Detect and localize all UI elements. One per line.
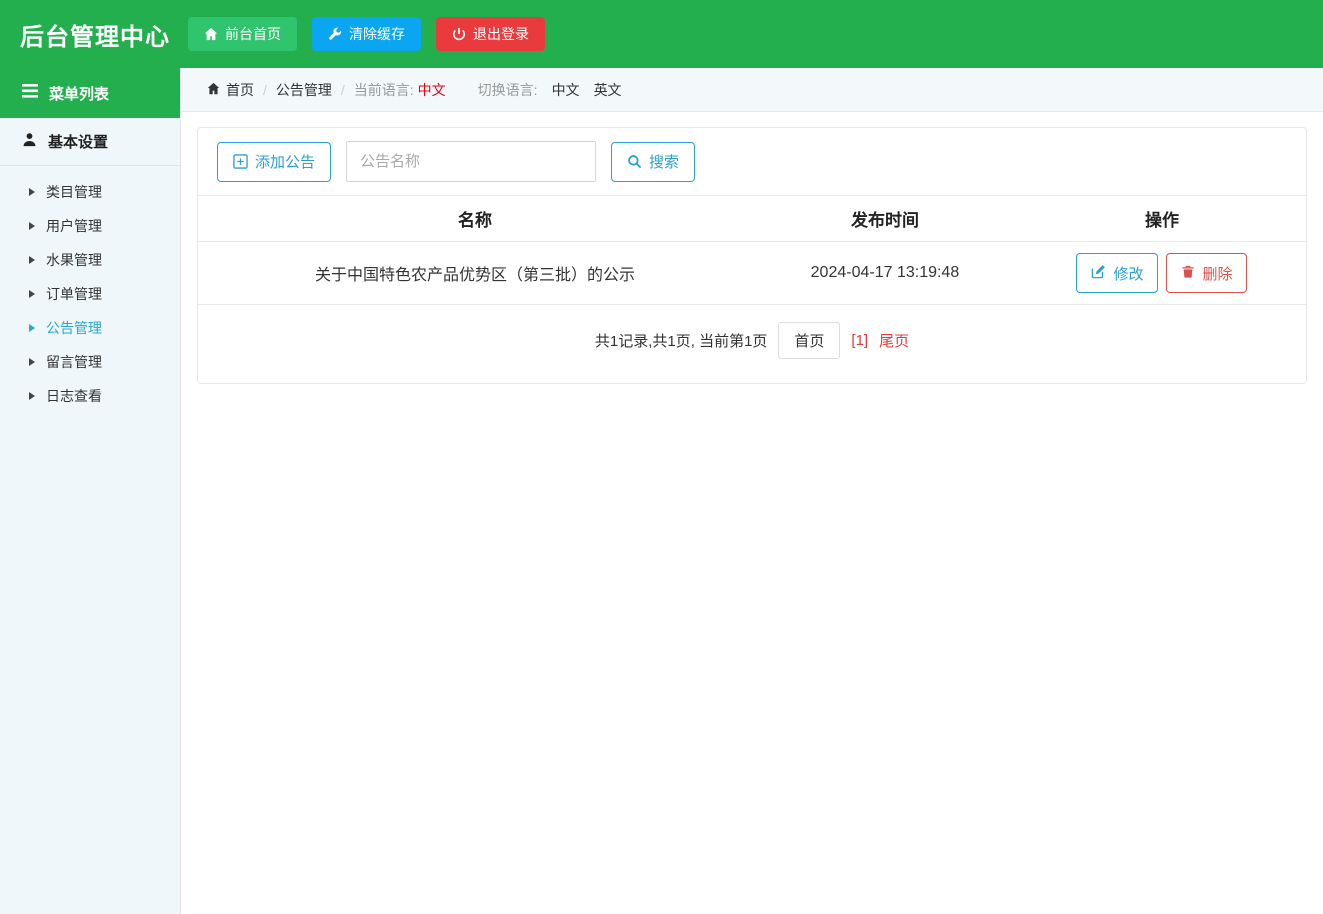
table-row: 关于中国特色农产品优势区（第三批）的公示 2024-04-17 13:19:48… [198, 241, 1306, 305]
trash-icon [1181, 264, 1195, 283]
breadcrumb-separator: / [263, 81, 267, 98]
power-icon [452, 27, 466, 41]
announcement-name-input[interactable] [346, 141, 597, 182]
pagination-summary: 共1记录,共1页, 当前第1页 [594, 333, 768, 350]
sidebar-item-label: 公告管理 [46, 320, 102, 336]
column-header-publish-time: 发布时间 [752, 195, 1018, 242]
current-language-value: 中文 [417, 81, 446, 98]
edit-button[interactable]: 修改 [1076, 253, 1159, 293]
switch-language-label: 切换语言: [477, 81, 538, 98]
column-header-actions: 操作 [1017, 195, 1306, 242]
language-switcher: 切换语言: 中文 英文 [478, 80, 622, 100]
actions-cell: 修改 删除 [1017, 241, 1306, 305]
sidebar-item-announcements[interactable]: 公告管理 [0, 311, 180, 345]
home-icon [207, 82, 220, 98]
first-page-button[interactable]: 首页 [778, 322, 841, 359]
sidebar-item-users[interactable]: 用户管理 [0, 209, 180, 243]
sidebar-menu-title: 菜单列表 [49, 85, 110, 103]
sidebar-menu-header: 菜单列表 [0, 68, 180, 118]
breadcrumb-section-link[interactable]: 公告管理 [276, 80, 332, 100]
sidebar-item-label: 留言管理 [46, 354, 102, 370]
sidebar-item-fruits[interactable]: 水果管理 [0, 243, 180, 277]
top-header-bar: 后台管理中心 前台首页 清除缓存 退出登录 [0, 0, 1323, 68]
sidebar: 菜单列表 基本设置 类目管理 用户管理 水果管理 订单管理 公告管理 留言管理 … [0, 68, 181, 914]
search-icon [627, 154, 642, 169]
breadcrumb-home-label: 首页 [226, 81, 254, 98]
logout-label: 退出登录 [473, 26, 529, 42]
search-button[interactable]: 搜索 [611, 141, 696, 182]
admin-app: 后台管理中心 前台首页 清除缓存 退出登录 菜单列表 基本设置 类目管理 用户管… [0, 0, 1323, 914]
breadcrumb-home-link[interactable]: 首页 [207, 80, 254, 100]
sidebar-item-label: 用户管理 [46, 218, 102, 234]
sidebar-item-logs[interactable]: 日志查看 [0, 379, 180, 413]
current-page-indicator[interactable]: [1] [851, 332, 868, 349]
announcement-panel: 添加公告 搜索 名称 发布时间 操作 [197, 127, 1307, 384]
publish-time-cell: 2024-04-17 13:19:48 [752, 241, 1018, 305]
last-page-link[interactable]: 尾页 [879, 330, 909, 351]
clear-cache-button[interactable]: 清除缓存 [312, 17, 421, 51]
edit-button-label: 修改 [1113, 265, 1144, 283]
user-icon [22, 132, 37, 151]
caret-right-icon [29, 324, 35, 332]
app-title: 后台管理中心 [20, 23, 170, 51]
caret-right-icon [29, 392, 35, 400]
sidebar-item-category[interactable]: 类目管理 [0, 175, 180, 209]
sidebar-group-label: 基本设置 [48, 134, 109, 151]
sidebar-item-label: 水果管理 [46, 252, 102, 268]
table-header-row: 名称 发布时间 操作 [198, 195, 1306, 242]
language-option-chinese[interactable]: 中文 [552, 80, 580, 100]
current-language-label: 当前语言: [353, 81, 414, 98]
sidebar-group-basic-settings[interactable]: 基本设置 [0, 118, 180, 166]
delete-button[interactable]: 删除 [1166, 253, 1248, 293]
caret-right-icon [29, 290, 35, 298]
logout-button[interactable]: 退出登录 [436, 17, 545, 51]
caret-right-icon [29, 256, 35, 264]
wrench-icon [328, 27, 342, 41]
home-icon [204, 27, 218, 41]
front-home-label: 前台首页 [225, 26, 281, 42]
panel-toolbar: 添加公告 搜索 [198, 128, 1306, 195]
add-announcement-label: 添加公告 [255, 154, 316, 171]
search-button-label: 搜索 [649, 154, 680, 171]
sidebar-item-label: 类目管理 [46, 184, 102, 200]
front-home-button[interactable]: 前台首页 [188, 17, 297, 51]
caret-right-icon [29, 358, 35, 366]
sidebar-item-messages[interactable]: 留言管理 [0, 345, 180, 379]
announcement-name-cell: 关于中国特色农产品优势区（第三批）的公示 [198, 241, 752, 305]
column-header-name: 名称 [198, 195, 752, 242]
caret-right-icon [29, 188, 35, 196]
add-announcement-button[interactable]: 添加公告 [217, 141, 332, 182]
pagination: 共1记录,共1页, 当前第1页 首页 [1] 尾页 [198, 305, 1306, 383]
sidebar-item-orders[interactable]: 订单管理 [0, 277, 180, 311]
sidebar-menu: 类目管理 用户管理 水果管理 订单管理 公告管理 留言管理 日志查看 [0, 166, 180, 413]
sidebar-item-label: 订单管理 [46, 286, 102, 302]
plus-square-icon [233, 154, 248, 169]
list-icon [22, 84, 38, 102]
edit-icon [1091, 264, 1106, 283]
delete-button-label: 删除 [1202, 265, 1233, 283]
main-content: 首页 / 公告管理 / 当前语言: 中文 切换语言: 中文 英文 添加公告 公告… [181, 68, 1323, 914]
sidebar-item-label: 日志查看 [46, 388, 102, 404]
breadcrumb: 首页 / 公告管理 / 当前语言: 中文 切换语言: 中文 英文 [181, 68, 1323, 112]
clear-cache-label: 清除缓存 [349, 26, 405, 42]
breadcrumb-separator: / [340, 81, 345, 98]
language-option-english[interactable]: 英文 [594, 80, 622, 100]
announcement-table: 名称 发布时间 操作 关于中国特色农产品优势区（第三批）的公示 2024-04-… [198, 195, 1306, 305]
caret-right-icon [29, 222, 35, 230]
